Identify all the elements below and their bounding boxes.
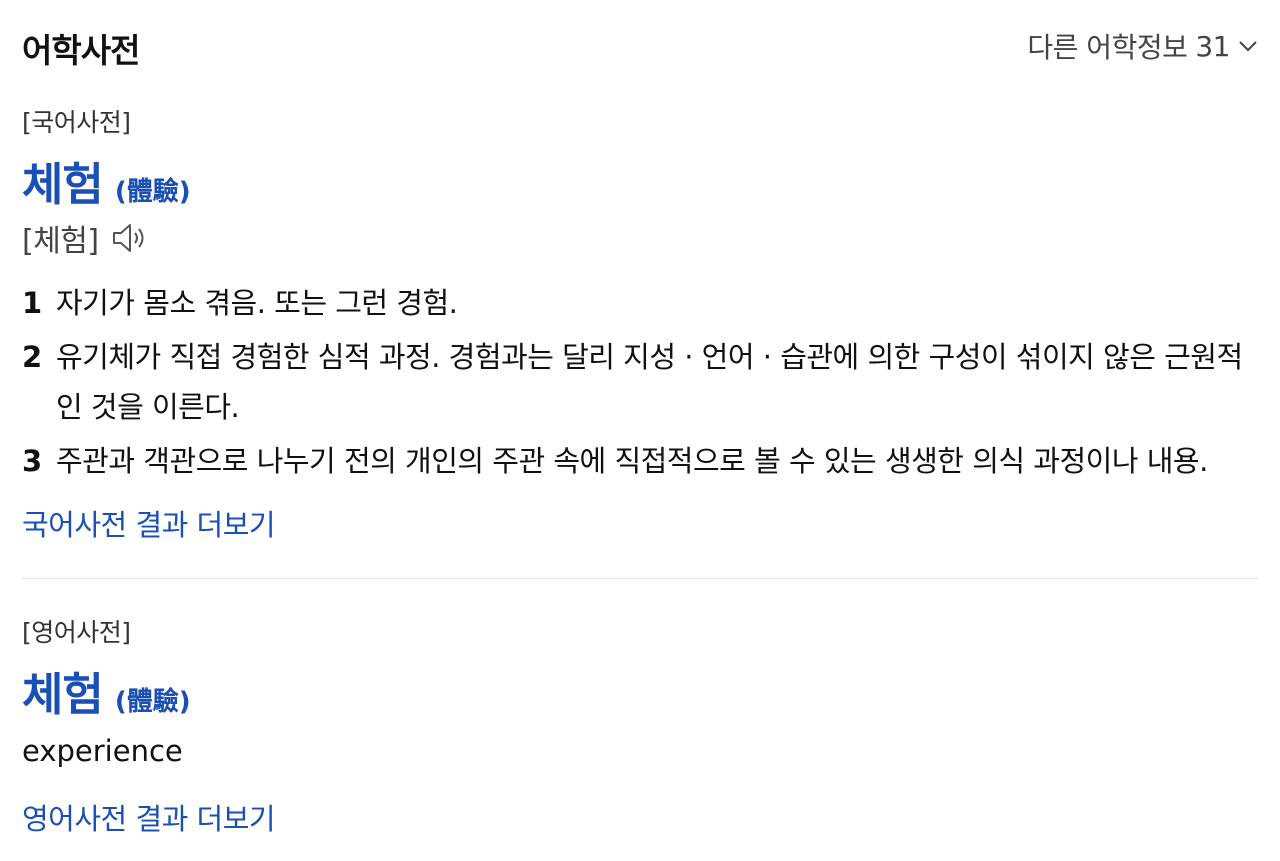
korean-headword-link[interactable]: 체험 bbox=[22, 148, 104, 213]
dictionary-panel: 어학사전 다른 어학정보 31 [국어사전] 체험 (體驗) [체험] 1 자기… bbox=[0, 0, 1280, 861]
definition-number: 1 bbox=[22, 286, 42, 320]
definition-list: 1 자기가 몸소 겪음. 또는 그런 경험. 2 유기체가 직접 경험한 심적 … bbox=[22, 278, 1258, 486]
section-header: 어학사전 다른 어학정보 31 bbox=[22, 18, 1258, 70]
english-translation: experience bbox=[22, 734, 183, 768]
english-more-wrap: 영어사전 결과 더보기 bbox=[22, 796, 1258, 838]
korean-headword-row: 체험 (體驗) bbox=[22, 148, 1258, 213]
definition-text: 유기체가 직접 경험한 심적 과정. 경험과는 달리 지성 · 언어 · 습관에… bbox=[56, 340, 1243, 424]
english-dict-label: [영어사전] bbox=[22, 618, 131, 647]
korean-dict-label: [국어사전] bbox=[22, 108, 131, 137]
speaker-icon[interactable] bbox=[111, 221, 147, 255]
other-language-info-toggle[interactable]: 다른 어학정보 31 bbox=[1027, 26, 1258, 66]
korean-dict-more-link[interactable]: 국어사전 결과 더보기 bbox=[22, 508, 276, 542]
english-headword-link[interactable]: 체험 bbox=[22, 658, 104, 723]
section-title: 어학사전 bbox=[22, 31, 140, 70]
chevron-down-icon bbox=[1239, 41, 1257, 52]
english-dict-label-wrap: [영어사전] bbox=[22, 613, 1258, 649]
other-info-count: 31 bbox=[1195, 29, 1230, 63]
english-hanja: (體驗) bbox=[114, 687, 191, 717]
pronunciation-row: [체험] bbox=[22, 216, 1258, 260]
definition-number: 3 bbox=[22, 444, 42, 478]
english-headword-row: 체험 (體驗) bbox=[22, 658, 1258, 723]
korean-hanja: (體驗) bbox=[114, 177, 191, 207]
translation-wrap: experience bbox=[22, 734, 1258, 768]
definition-item: 2 유기체가 직접 경험한 심적 과정. 경험과는 달리 지성 · 언어 · 습… bbox=[22, 332, 1258, 432]
other-info-label: 다른 어학정보 bbox=[1027, 31, 1188, 64]
definitions-wrap: 1 자기가 몸소 겪음. 또는 그런 경험. 2 유기체가 직접 경험한 심적 … bbox=[22, 278, 1258, 486]
pronunciation: [체험] bbox=[22, 224, 99, 259]
definition-text: 자기가 몸소 겪음. 또는 그런 경험. bbox=[56, 286, 458, 320]
definition-item: 3 주관과 객관으로 나누기 전의 개인의 주관 속에 직접적으로 볼 수 있는… bbox=[22, 436, 1258, 486]
english-dict-more-link[interactable]: 영어사전 결과 더보기 bbox=[22, 802, 276, 836]
definition-item: 1 자기가 몸소 겪음. 또는 그런 경험. bbox=[22, 278, 1258, 328]
definition-number: 2 bbox=[22, 340, 42, 374]
korean-more-wrap: 국어사전 결과 더보기 bbox=[22, 502, 1258, 544]
korean-dict-label-wrap: [국어사전] bbox=[22, 103, 1258, 139]
definition-text: 주관과 객관으로 나누기 전의 개인의 주관 속에 직접적으로 볼 수 있는 생… bbox=[56, 444, 1208, 478]
section-divider bbox=[22, 578, 1258, 579]
